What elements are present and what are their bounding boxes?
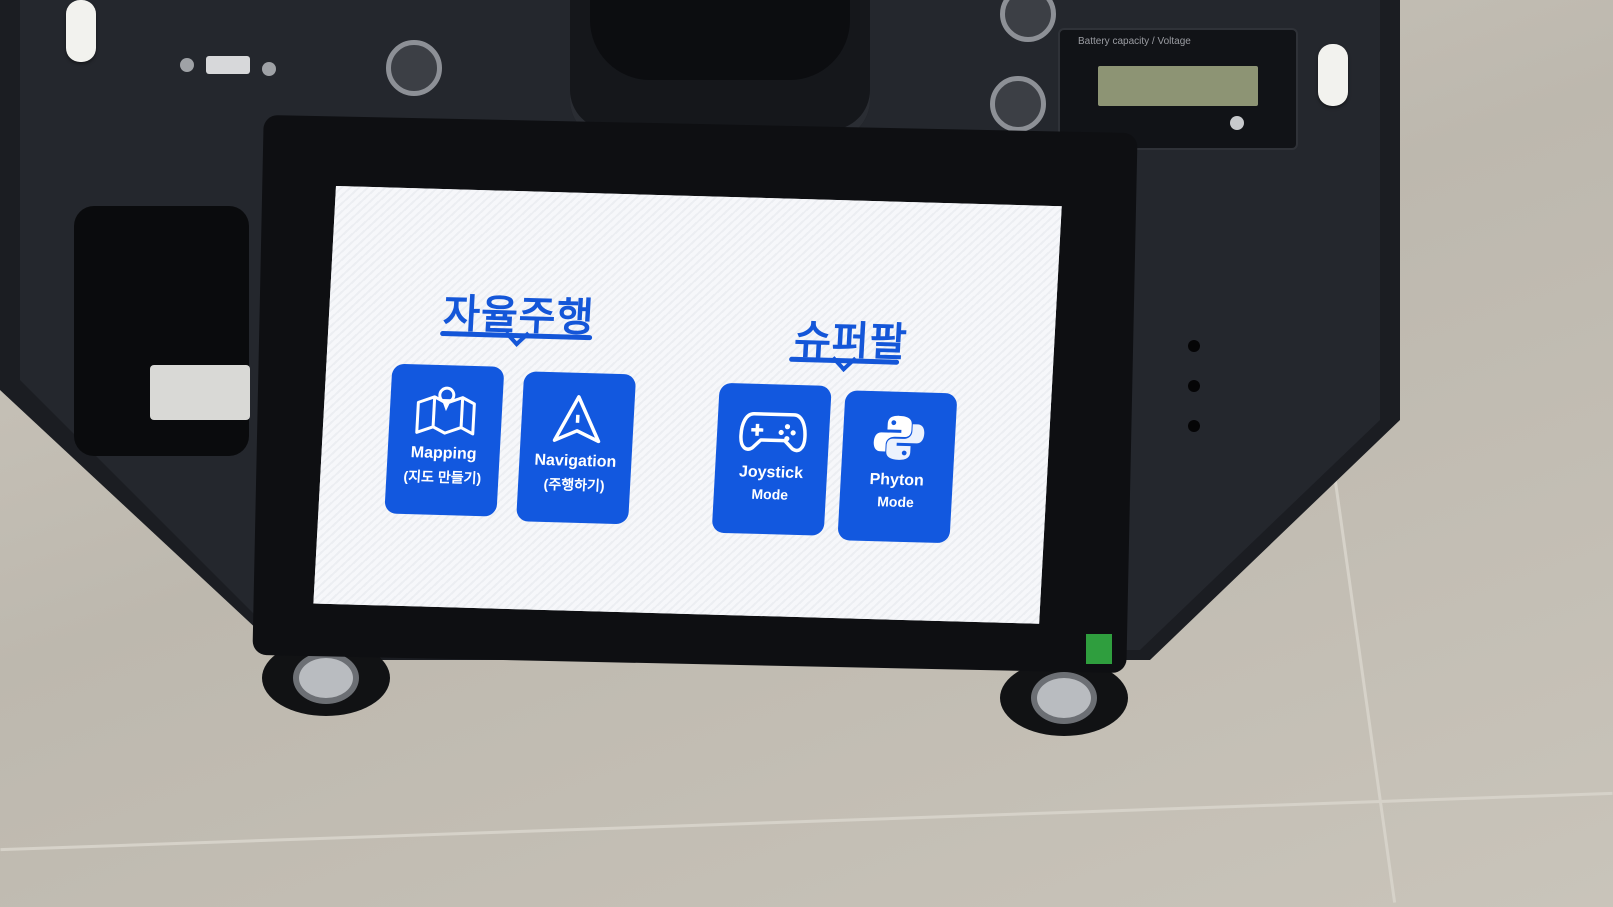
gamepad-icon xyxy=(739,412,807,453)
navigation-button[interactable]: Navigation (주행하기) xyxy=(516,371,637,525)
antenna-post-left xyxy=(66,0,96,62)
battery-label: Battery capacity / Voltage xyxy=(1078,36,1191,47)
port-connector xyxy=(206,56,250,74)
joystick-sublabel: Mode xyxy=(751,485,789,503)
joystick-mode-button[interactable]: Joystick Mode xyxy=(711,382,832,536)
usb-plug xyxy=(150,365,250,420)
status-led xyxy=(1086,634,1112,664)
wheel-hub xyxy=(1031,672,1097,724)
map-pin-icon xyxy=(415,386,476,436)
navigation-arrow-icon xyxy=(552,395,601,444)
screw xyxy=(180,58,194,72)
mount-hole xyxy=(990,76,1046,132)
navigation-label: Navigation xyxy=(534,451,617,471)
screw xyxy=(262,62,276,76)
speaker-hole xyxy=(1188,340,1200,352)
wheel-hub xyxy=(293,652,359,704)
floor-seam xyxy=(0,791,1613,852)
mapping-sublabel: (지도 만들기) xyxy=(403,468,482,487)
touchscreen: 자율주행 슈퍼팔 Mapping (지도 만들기) Navigation (주행… xyxy=(313,186,1062,624)
speaker-hole xyxy=(1188,380,1200,392)
python-icon xyxy=(873,415,925,460)
mapping-label: Mapping xyxy=(410,444,477,464)
joystick-label: Joystick xyxy=(738,463,804,483)
battery-button[interactable] xyxy=(1230,116,1244,130)
lidar-head xyxy=(590,0,850,80)
battery-lcd xyxy=(1098,66,1258,106)
python-label: Phyton xyxy=(869,471,925,490)
python-mode-button[interactable]: Phyton Mode xyxy=(837,390,958,544)
navigation-sublabel: (주행하기) xyxy=(543,475,605,494)
python-sublabel: Mode xyxy=(876,493,915,511)
mapping-button[interactable]: Mapping (지도 만들기) xyxy=(384,363,505,517)
mount-hole xyxy=(386,40,442,96)
speaker-hole xyxy=(1188,420,1200,432)
antenna-post-right xyxy=(1318,44,1348,106)
